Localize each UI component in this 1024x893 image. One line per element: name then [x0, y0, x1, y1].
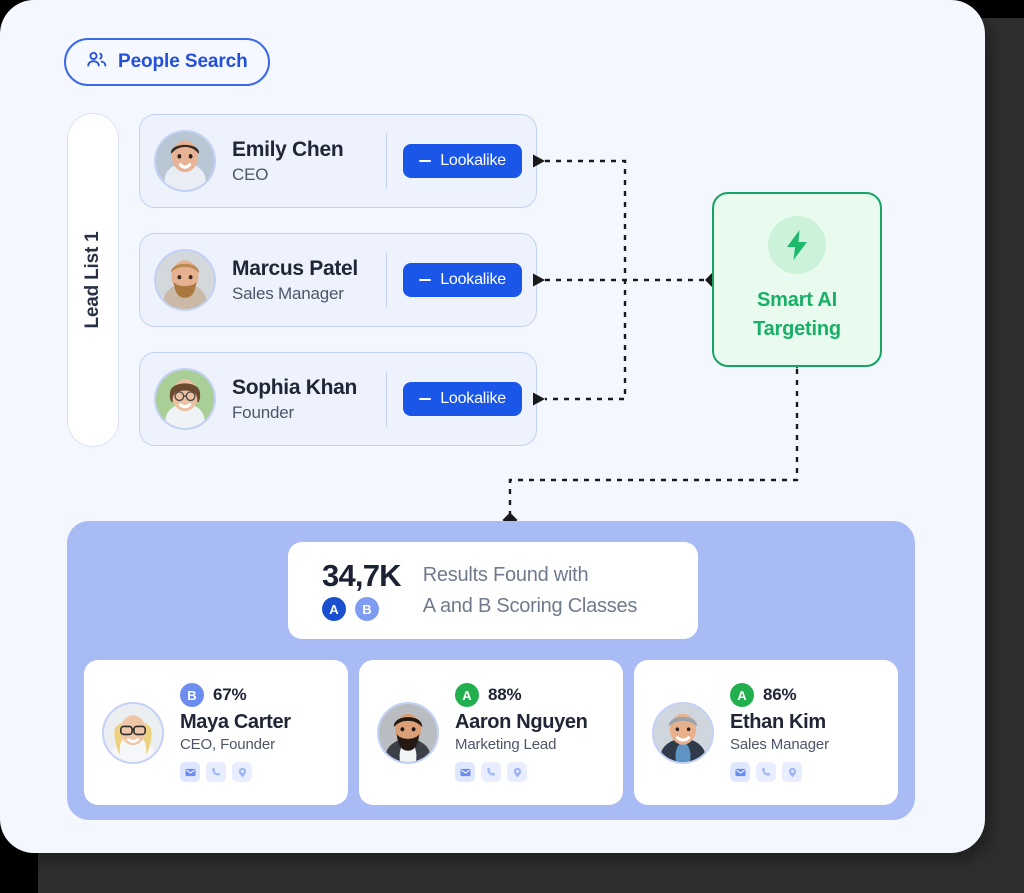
phone-icon[interactable] — [756, 762, 776, 782]
person-role: Sales Manager — [730, 736, 829, 753]
results-headline-line2: A and B Scoring Classes — [422, 594, 638, 617]
people-search-button[interactable]: People Search — [64, 38, 270, 86]
status-badge: B — [355, 597, 379, 621]
match-percent: 86% — [763, 685, 797, 704]
smart-ai-targeting-node[interactable]: Smart AI Targeting — [712, 192, 882, 367]
avatar — [377, 701, 439, 764]
person-name: Aaron Nguyen — [455, 711, 588, 733]
phone-icon[interactable] — [206, 762, 226, 782]
status-badge: A — [455, 683, 479, 707]
status-badge: A — [322, 597, 346, 621]
avatar — [652, 701, 714, 764]
person-role: Marketing Lead — [455, 736, 557, 753]
lead-name: Emily Chen — [232, 137, 344, 161]
divider — [386, 133, 388, 189]
phone-icon[interactable] — [481, 762, 501, 782]
lookalike-button[interactable]: Lookalike — [403, 263, 522, 297]
minus-icon — [419, 278, 432, 282]
results-headline-line1: Results Found with — [422, 563, 589, 586]
divider — [386, 371, 388, 427]
status-badge: B — [180, 683, 204, 707]
lead-role: Sales Manager — [232, 284, 344, 304]
location-pin-icon[interactable] — [507, 762, 527, 782]
lead-role: Founder — [232, 403, 294, 423]
person-result-card[interactable]: A 86% Ethan Kim Sales Manager — [634, 660, 898, 805]
app-window: People Search Lead List 1 Emily Chen CEO… — [0, 0, 985, 853]
email-icon[interactable] — [455, 762, 475, 782]
lead-card[interactable]: Sophia Khan Founder Lookalike — [139, 352, 537, 446]
email-icon[interactable] — [730, 762, 750, 782]
avatar — [154, 368, 216, 430]
results-count: 34,7K — [322, 558, 402, 593]
email-icon[interactable] — [180, 762, 200, 782]
lead-list-label: Lead List 1 — [82, 231, 103, 329]
avatar — [154, 249, 216, 311]
match-percent: 88% — [488, 685, 522, 704]
smart-ai-line1: Smart AI — [757, 288, 837, 311]
lead-role: CEO — [232, 165, 269, 185]
results-summary-banner: 34,7K A B Results Found with A and B Sco… — [288, 542, 698, 639]
person-name: Ethan Kim — [730, 711, 826, 733]
person-result-card[interactable]: B 67% Maya Carter CEO, Founder — [84, 660, 348, 805]
lookalike-button-label: Lookalike — [440, 390, 506, 407]
divider — [386, 252, 388, 308]
lead-name: Sophia Khan — [232, 375, 358, 399]
lead-list-rail: Lead List 1 — [67, 113, 119, 447]
minus-icon — [419, 397, 432, 401]
lookalike-button-label: Lookalike — [440, 271, 506, 288]
person-name: Maya Carter — [180, 711, 291, 733]
people-icon — [86, 50, 108, 75]
location-pin-icon[interactable] — [782, 762, 802, 782]
avatar — [154, 130, 216, 192]
lookalike-button[interactable]: Lookalike — [403, 144, 522, 178]
avatar — [102, 701, 164, 764]
lead-card[interactable]: Emily Chen CEO Lookalike — [139, 114, 537, 208]
results-panel: 34,7K A B Results Found with A and B Sco… — [67, 521, 915, 820]
lookalike-button-label: Lookalike — [440, 152, 506, 169]
person-role: CEO, Founder — [180, 736, 275, 753]
lightning-bolt-icon — [768, 215, 826, 274]
lead-card[interactable]: Marcus Patel Sales Manager Lookalike — [139, 233, 537, 327]
match-percent: 67% — [213, 685, 247, 704]
location-pin-icon[interactable] — [232, 762, 252, 782]
minus-icon — [419, 159, 432, 163]
screenshot-stage: People Search Lead List 1 Emily Chen CEO… — [0, 0, 1024, 893]
smart-ai-line2: Targeting — [753, 317, 841, 340]
people-search-label: People Search — [118, 51, 248, 72]
person-result-card[interactable]: A 88% Aaron Nguyen Marketing Lead — [359, 660, 623, 805]
status-badge: A — [730, 683, 754, 707]
lead-name: Marcus Patel — [232, 256, 358, 280]
lookalike-button[interactable]: Lookalike — [403, 382, 522, 416]
